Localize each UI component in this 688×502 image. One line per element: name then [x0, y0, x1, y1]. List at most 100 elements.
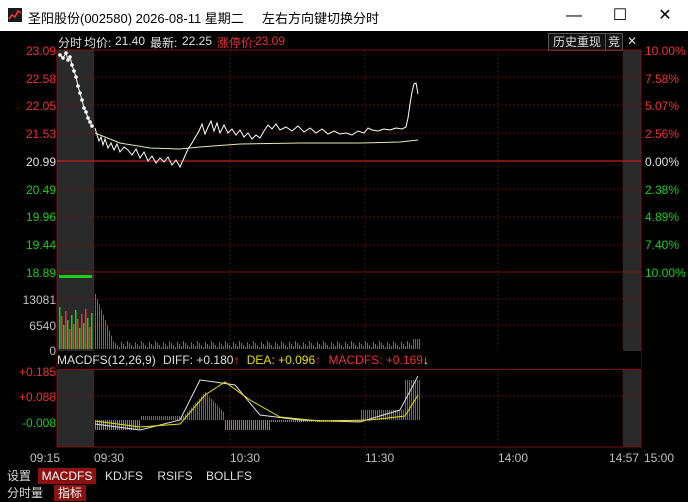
macd-histogram-bar [111, 420, 112, 430]
macd-histogram-bar [223, 411, 224, 420]
volume-bar [71, 315, 73, 349]
volume-bar [155, 341, 156, 349]
volume-bar [375, 344, 376, 349]
tab-indicator[interactable]: 指标 [54, 485, 86, 501]
volume-bar [357, 347, 358, 349]
volume-bar [85, 309, 87, 349]
tab-settings[interactable]: 设置 [4, 468, 34, 484]
volume-bar [339, 343, 340, 349]
macd-histogram-bar [265, 420, 266, 430]
macd-histogram-bar [227, 420, 228, 430]
volume-bar [59, 275, 92, 278]
price-tick: 23.09 [25, 44, 56, 58]
volume-bar [293, 346, 294, 349]
volume-bar [131, 345, 132, 349]
macd-histogram-bar [219, 407, 220, 420]
volume-bar [273, 347, 274, 349]
volume-bar [399, 347, 400, 349]
volume-bar [213, 343, 214, 349]
macd-histogram-bar [289, 420, 290, 422]
macd-histogram-bar [377, 410, 378, 420]
volume-bar [99, 304, 100, 349]
volume-bar [301, 347, 302, 349]
volume-bar [175, 347, 176, 349]
macd-histogram-bar [401, 410, 402, 420]
time-tick: 15:00 [644, 451, 675, 465]
macd-histogram-bar [135, 420, 136, 430]
volume-bar [403, 344, 404, 349]
volume-bar [287, 347, 288, 349]
price-tick: 20.49 [25, 183, 56, 197]
macd-histogram-bar [285, 420, 286, 422]
macd-histogram-bar [145, 416, 146, 420]
macd-histogram-bar [141, 416, 142, 420]
macd-diff-line [94, 375, 419, 431]
volume-bar [335, 346, 336, 349]
volume-bar [243, 345, 244, 349]
macd-histogram-bar [231, 420, 232, 430]
volume-bar [305, 344, 306, 349]
tab-bollfs[interactable]: BOLLFS [202, 468, 256, 484]
tab-rsifs[interactable]: RSIFS [152, 468, 198, 484]
macd-histogram-bar [363, 410, 364, 420]
price-tick: 21.53 [25, 127, 56, 141]
auction-point [78, 91, 82, 95]
macd-histogram-bar [253, 420, 254, 430]
tab-macdfs[interactable]: MACDFS [38, 468, 96, 484]
macd-histogram-bar [169, 416, 170, 420]
tab-kdjfs[interactable]: KDJFS [100, 468, 148, 484]
tab-volume[interactable]: 分时量 [4, 485, 46, 501]
volume-bar [109, 330, 110, 349]
macd-macdfs-value: MACDFS: +0.169 [328, 353, 423, 367]
volume-bar [111, 335, 112, 349]
volume-bar [379, 341, 380, 349]
volume-bar [285, 345, 286, 349]
macd-histogram-bar [237, 420, 238, 430]
percent-tick: 5.07% [645, 99, 680, 113]
volume-bar [97, 299, 98, 349]
macd-histogram-bar [205, 392, 206, 420]
volume-bar [193, 344, 194, 349]
price-tick: 19.44 [25, 238, 56, 252]
volume-tick: 6540 [29, 319, 56, 333]
intraday-chart[interactable] [0, 0, 688, 502]
volume-bar [233, 342, 234, 349]
percent-tick: 2.38% [645, 183, 680, 197]
volume-bar [317, 342, 318, 349]
price-line [94, 82, 419, 169]
volume-bar [417, 339, 418, 349]
volume-bar [211, 341, 212, 349]
volume-bar [157, 343, 158, 349]
volume-bar [185, 343, 186, 349]
volume-bar [383, 345, 384, 349]
volume-bar [127, 341, 128, 349]
volume-bar [115, 343, 116, 349]
macd-histogram-bar [109, 420, 110, 430]
macd-histogram-bar [239, 420, 240, 430]
volume-bar [207, 344, 208, 349]
volume-bar [419, 339, 420, 349]
macd-histogram-bar [221, 409, 222, 420]
volume-bar [197, 341, 198, 349]
time-tick: 09:15 [30, 451, 61, 465]
volume-bar [103, 314, 104, 349]
volume-bar [281, 341, 282, 349]
macd-tick: -0.008 [21, 416, 56, 430]
time-tick: 10:30 [230, 451, 261, 465]
volume-bar [359, 342, 360, 349]
volume-bar [289, 342, 290, 349]
macd-histogram-bar [151, 416, 152, 420]
volume-bar [277, 344, 278, 349]
volume-bar [159, 345, 160, 349]
macd-histogram-bar [137, 420, 138, 430]
volume-bar [347, 344, 348, 349]
chart-frame [56, 49, 642, 448]
macd-histogram-bar [173, 416, 174, 420]
volume-bar [119, 347, 120, 349]
macd-histogram-bar [235, 420, 236, 430]
percent-tick: 10.00% [645, 44, 686, 58]
macd-indicator-name: MACDFS(12,26,9) [57, 353, 156, 367]
volume-bar [61, 316, 63, 349]
volume-bar [353, 343, 354, 349]
auction-point [70, 63, 74, 67]
